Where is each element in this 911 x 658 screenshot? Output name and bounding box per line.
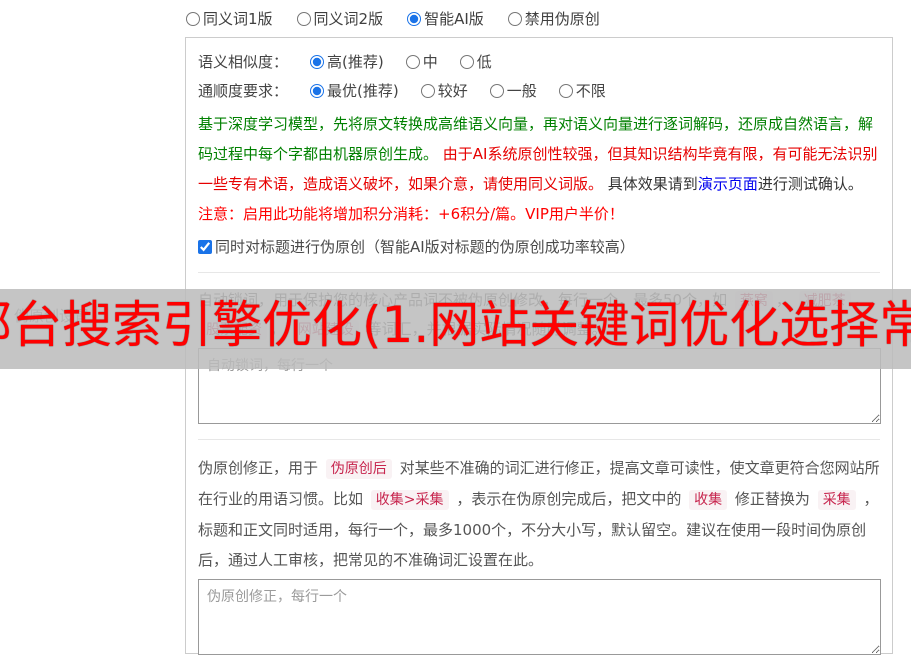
radio-synonym-v2-label: 同义词2版 xyxy=(313,10,384,28)
radio-similarity-mid-label: 中 xyxy=(422,53,438,71)
radio-smart-ai-label: 智能AI版 xyxy=(424,10,484,28)
radio-fluency-normal-label: 一般 xyxy=(506,82,537,100)
radio-similarity-high[interactable]: 高(推荐) xyxy=(310,51,384,72)
radio-fluency-good-label: 较好 xyxy=(437,82,468,100)
radio-fluency-best-input[interactable] xyxy=(310,83,325,98)
section-divider-1 xyxy=(198,272,880,273)
correction-p1: 伪原创修正，用于 xyxy=(198,459,319,477)
fluency-row: 通顺度要求： 最优(推荐) 较好 一般 不限 xyxy=(198,76,880,105)
correction-textarea[interactable] xyxy=(198,579,881,655)
radio-disable-pseudo-label: 禁用伪原创 xyxy=(524,10,600,28)
points-warning-text: 注意：启用此功能将增加积分消耗：+6积分/篇。VIP用户半价！ xyxy=(198,205,624,223)
radio-fluency-normal[interactable]: 一般 xyxy=(489,80,537,101)
radio-similarity-low-label: 低 xyxy=(476,53,492,71)
seo-overlay-banner: 部台搜索引擎优化(1.网站关键词优化选择常用的方法 xyxy=(0,289,911,369)
radio-fluency-best[interactable]: 最优(推荐) xyxy=(310,80,399,101)
correction-p4: 修正替换为 xyxy=(734,490,810,508)
title-pseudo-checkbox[interactable] xyxy=(198,239,212,254)
radio-synonym-v2-input[interactable] xyxy=(296,11,311,26)
pseudo-original-version-selector: 同义词1版 同义词2版 智能AI版 禁用伪原创 xyxy=(186,8,600,29)
correction-p3: ，表示在伪原创完成后，把文中的 xyxy=(456,490,682,508)
radio-similarity-mid-input[interactable] xyxy=(405,54,420,69)
radio-smart-ai[interactable]: 智能AI版 xyxy=(407,8,484,29)
radio-synonym-v1-label: 同义词1版 xyxy=(203,10,273,28)
fluency-label: 通顺度要求： xyxy=(198,82,289,100)
ai-description: 基于深度学习模型，先将原文转换成高维语义向量，再对语义向量进行逐词解码，还原成自… xyxy=(198,109,880,229)
radio-synonym-v1-input[interactable] xyxy=(186,11,200,26)
radio-similarity-mid[interactable]: 中 xyxy=(405,51,438,72)
radio-fluency-unlimited-input[interactable] xyxy=(558,83,573,98)
description-demo-prefix: 具体效果请到 xyxy=(607,175,698,193)
title-pseudo-checkbox-row: 同时对标题进行伪原创（智能AI版对标题的伪原创成功率较高） xyxy=(198,236,880,257)
radio-fluency-unlimited-label: 不限 xyxy=(575,82,606,100)
semantic-similarity-row: 语义相似度： 高(推荐) 中 低 xyxy=(198,47,880,76)
radio-similarity-high-input[interactable] xyxy=(310,54,325,69)
correction-tag-after: 伪原创后 xyxy=(325,459,392,479)
correction-description: 伪原创修正，用于 伪原创后 对某些不准确的词汇进行修正，提高文章可读性，使文章更… xyxy=(198,453,880,575)
radio-similarity-low-input[interactable] xyxy=(459,54,474,69)
radio-disable-pseudo-input[interactable] xyxy=(507,11,522,26)
title-pseudo-checkbox-label: 同时对标题进行伪原创（智能AI版对标题的伪原创成功率较高） xyxy=(215,238,635,256)
description-demo-suffix: 进行测试确认。 xyxy=(757,175,863,193)
radio-fluency-normal-input[interactable] xyxy=(489,83,504,98)
radio-synonym-v2[interactable]: 同义词2版 xyxy=(296,8,384,29)
radio-synonym-v1[interactable]: 同义词1版 xyxy=(186,8,273,29)
demo-page-link[interactable]: 演示页面 xyxy=(698,175,758,193)
radio-similarity-high-label: 高(推荐) xyxy=(327,53,384,71)
radio-fluency-best-label: 最优(推荐) xyxy=(327,82,399,100)
radio-fluency-unlimited[interactable]: 不限 xyxy=(558,80,606,101)
radio-disable-pseudo[interactable]: 禁用伪原创 xyxy=(507,8,600,29)
semantic-similarity-label: 语义相似度： xyxy=(198,53,289,71)
radio-similarity-low[interactable]: 低 xyxy=(459,51,492,72)
radio-fluency-good-input[interactable] xyxy=(420,83,435,98)
seo-overlay-banner-text: 部台搜索引擎优化(1.网站关键词优化选择常用的方法 xyxy=(0,296,911,354)
section-divider-2 xyxy=(198,439,880,440)
correction-tag-to: 采集 xyxy=(817,490,856,510)
radio-smart-ai-input[interactable] xyxy=(407,11,422,26)
correction-tag-from: 收集 xyxy=(689,490,728,510)
radio-fluency-good[interactable]: 较好 xyxy=(420,80,468,101)
correction-tag-rule: 收集>采集 xyxy=(370,490,449,510)
